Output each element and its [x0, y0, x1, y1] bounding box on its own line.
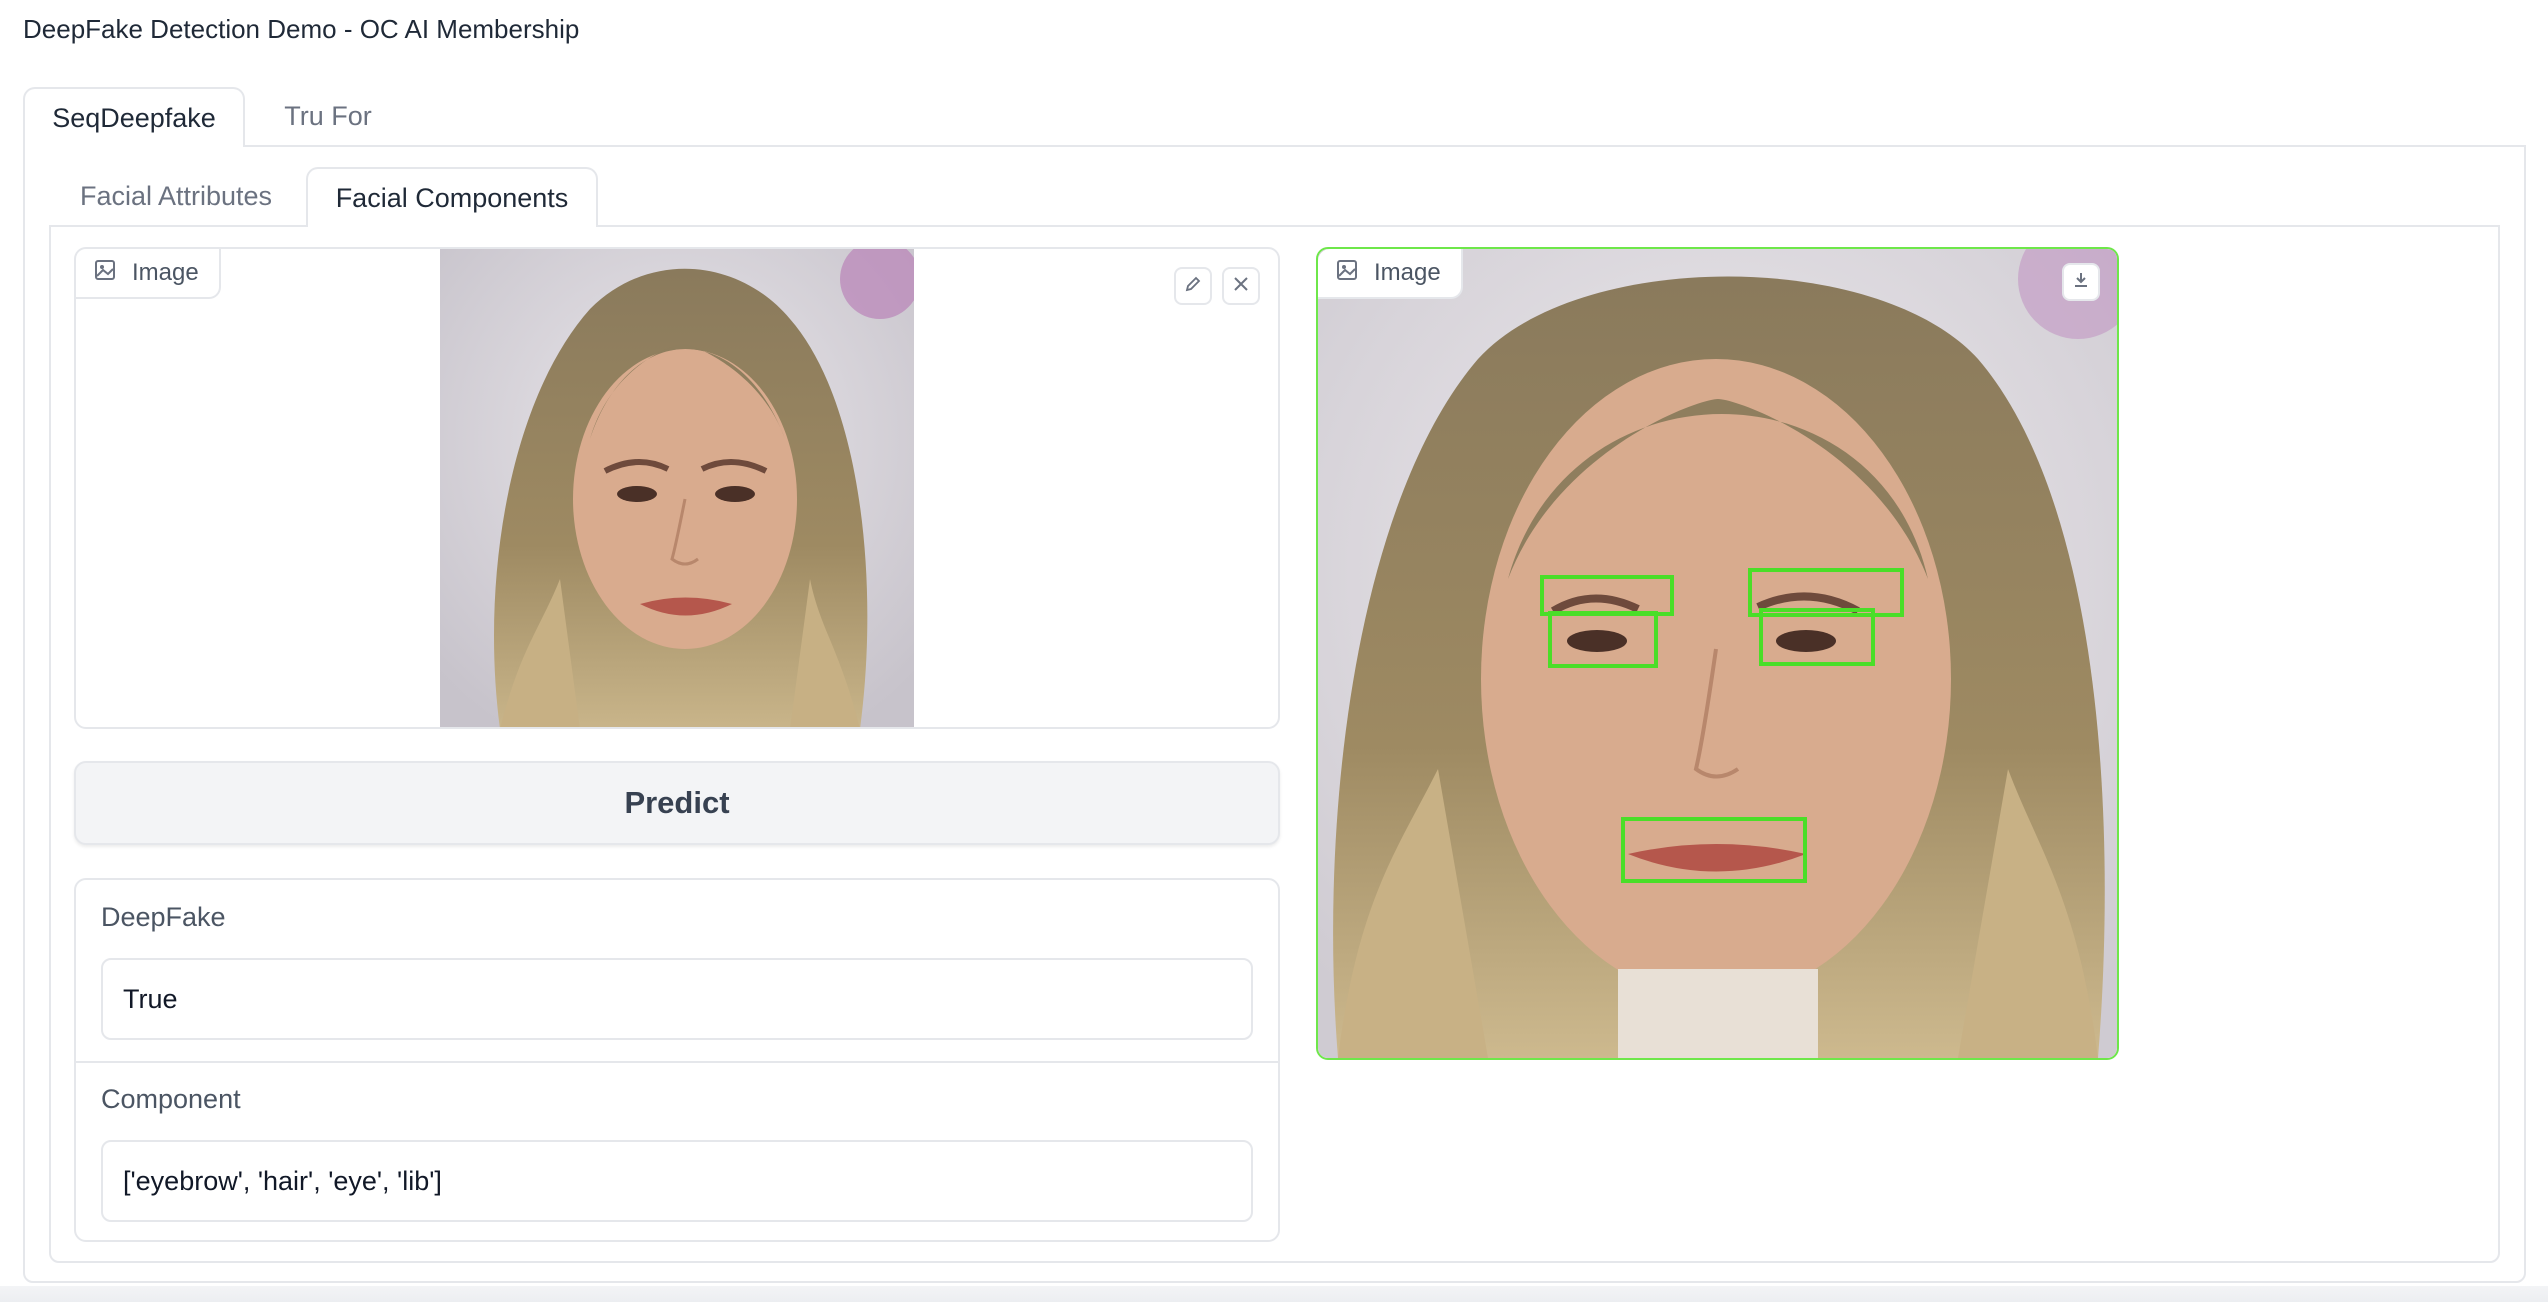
image-icon: [1336, 259, 1358, 288]
predict-button[interactable]: Predict: [74, 761, 1280, 845]
output-image: Image: [1316, 247, 2119, 1060]
page-footer-shadow: [0, 1286, 2548, 1302]
edit-icon: [1183, 274, 1203, 299]
component-label: Component: [101, 1084, 241, 1114]
deepfake-label: DeepFake: [101, 902, 226, 932]
image-icon: [94, 259, 116, 288]
output-face-image: [1318, 249, 2117, 1058]
deepfake-output[interactable]: True: [101, 958, 1253, 1040]
edit-button[interactable]: [1174, 267, 1212, 305]
output-image-label-text: Image: [1374, 259, 1441, 286]
download-icon: [2071, 270, 2091, 295]
app-title: DeepFake Detection Demo - OC AI Membersh…: [23, 14, 580, 44]
component-output[interactable]: ['eyebrow', 'hair', 'eye', 'lib']: [101, 1140, 1253, 1222]
clear-image-button[interactable]: [1222, 267, 1260, 305]
results-divider: [76, 1061, 1278, 1063]
results-panel: DeepFake True Component ['eyebrow', 'hai…: [74, 878, 1280, 1242]
tab-facial-components[interactable]: Facial Components: [306, 167, 598, 227]
download-button[interactable]: [2062, 263, 2100, 301]
input-image-upload[interactable]: Image: [74, 247, 1280, 729]
input-image-label-text: Image: [132, 259, 199, 286]
input-image-label: Image: [76, 249, 221, 299]
close-icon: [1231, 274, 1251, 299]
tab-facial-attributes[interactable]: Facial Attributes: [49, 167, 303, 225]
output-image-label: Image: [1318, 249, 1463, 299]
input-face-image: [440, 249, 914, 727]
tab-tru-for[interactable]: Tru For: [253, 87, 403, 145]
tab-seqdeepfake[interactable]: SeqDeepfake: [23, 87, 245, 147]
